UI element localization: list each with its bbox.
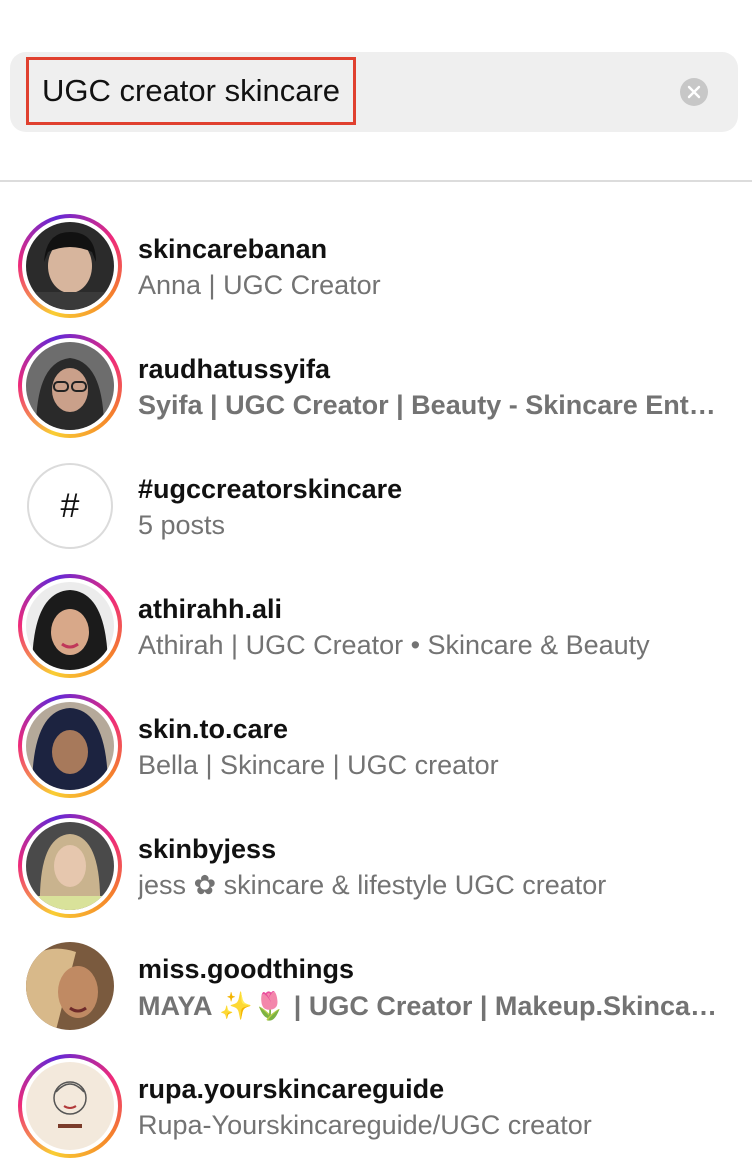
username: miss.goodthings	[138, 954, 354, 984]
post-count: 5 posts	[138, 510, 226, 540]
story-ring	[18, 574, 122, 678]
hashtag-avatar: #	[18, 454, 122, 558]
hashtag-name: #ugccreatorskincare	[138, 474, 403, 504]
avatar	[26, 942, 114, 1030]
username: skincarebanan	[138, 234, 328, 264]
list-item[interactable]: # #ugccreatorskincare 5 posts	[0, 426, 752, 549]
list-item[interactable]: athirahh.ali Athirah | UGC Creator • Ski…	[0, 546, 752, 678]
avatar	[26, 1062, 114, 1150]
subtitle: jess ✿ skincare & lifestyle UGC creator	[138, 870, 607, 900]
search-input[interactable]	[26, 57, 356, 125]
subtitle: MAYA ✨🌷 | UGC Creator | Makeup.Skincare…	[138, 991, 723, 1021]
story-ring	[18, 334, 122, 438]
username: rupa.yourskincareguide	[138, 1074, 445, 1104]
list-item[interactable]: miss.goodthings MAYA ✨🌷 | UGC Creator | …	[0, 906, 752, 1030]
avatar	[26, 222, 114, 310]
username: raudhatussyifa	[138, 354, 331, 384]
list-item[interactable]: raudhatussyifa Syifa | UGC Creator | Bea…	[0, 306, 752, 438]
hashtag-icon: #	[27, 463, 113, 549]
story-ring	[18, 694, 122, 798]
avatar	[26, 342, 114, 430]
avatar	[26, 702, 114, 790]
search-bar[interactable]	[10, 52, 738, 132]
subtitle: Bella | Skincare | UGC creator	[138, 750, 499, 780]
subtitle: Syifa | UGC Creator | Beauty - Skincare …	[138, 390, 723, 420]
list-item[interactable]: skincarebanan Anna | UGC Creator	[0, 186, 752, 318]
list-item[interactable]: rupa.yourskincareguide Rupa-Yourskincare…	[0, 1026, 752, 1158]
list-item[interactable]: skin.to.care Bella | Skincare | UGC crea…	[0, 666, 752, 798]
story-ring	[18, 1054, 122, 1158]
close-circle-icon[interactable]	[680, 78, 708, 106]
divider	[0, 180, 752, 182]
story-ring	[18, 814, 122, 918]
subtitle: Anna | UGC Creator	[138, 270, 381, 300]
username: skin.to.care	[138, 714, 289, 744]
username: skinbyjess	[138, 834, 277, 864]
username: athirahh.ali	[138, 594, 283, 624]
story-ring	[18, 214, 122, 318]
avatar	[26, 582, 114, 670]
avatar	[26, 822, 114, 910]
subtitle: Athirah | UGC Creator • Skincare & Beaut…	[138, 630, 650, 660]
list-item[interactable]: skinbyjess jess ✿ skincare & lifestyle U…	[0, 786, 752, 918]
avatar-wrapper	[18, 934, 122, 1038]
subtitle: Rupa-Yourskincareguide/UGC creator	[138, 1110, 592, 1140]
